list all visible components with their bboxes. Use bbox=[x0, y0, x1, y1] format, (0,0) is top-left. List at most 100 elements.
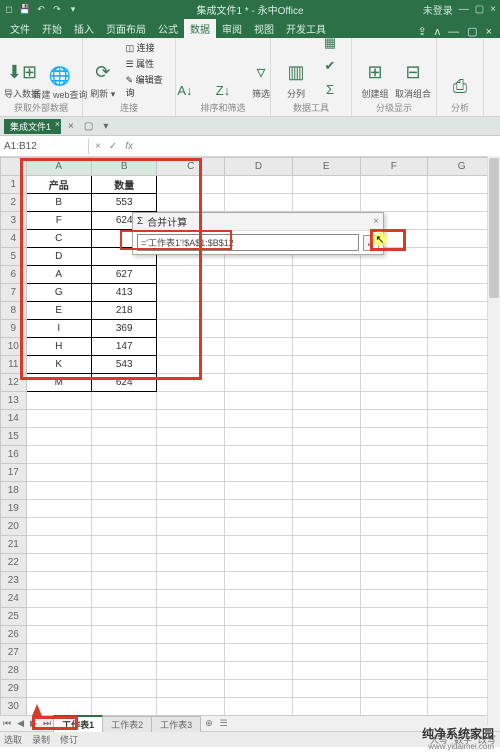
cell[interactable] bbox=[157, 374, 225, 392]
cell[interactable]: 413 bbox=[91, 284, 156, 302]
cell[interactable] bbox=[428, 644, 496, 662]
cell[interactable] bbox=[26, 518, 91, 536]
cell[interactable] bbox=[428, 410, 496, 428]
window-close-icon[interactable]: × bbox=[490, 4, 496, 15]
cell[interactable] bbox=[360, 302, 428, 320]
cell[interactable] bbox=[360, 446, 428, 464]
cell[interactable]: 553 bbox=[91, 194, 156, 212]
cell[interactable] bbox=[428, 356, 496, 374]
row-header[interactable]: 28 bbox=[1, 662, 27, 680]
status-trackchanges[interactable]: 修订 bbox=[60, 733, 78, 746]
cell[interactable]: 369 bbox=[91, 320, 156, 338]
cell[interactable] bbox=[91, 626, 156, 644]
document-tab[interactable]: 集成文件1 bbox=[4, 119, 61, 134]
cell[interactable] bbox=[157, 176, 225, 194]
cell[interactable] bbox=[225, 554, 293, 572]
cell[interactable]: A bbox=[26, 266, 91, 284]
subwin-close-icon[interactable]: × bbox=[482, 26, 496, 38]
cell[interactable] bbox=[292, 320, 360, 338]
worksheet-area[interactable]: ABCDEFG1产品数量2B5533F6244C5D6A6277G4138E21… bbox=[0, 157, 500, 715]
cell[interactable] bbox=[292, 392, 360, 410]
row-header[interactable]: 22 bbox=[1, 554, 27, 572]
cell[interactable]: 624 bbox=[91, 374, 156, 392]
fx-icon[interactable]: fx bbox=[125, 141, 133, 152]
cell[interactable] bbox=[292, 500, 360, 518]
dialog-close-icon[interactable]: × bbox=[373, 216, 379, 227]
cell[interactable] bbox=[428, 536, 496, 554]
cell[interactable] bbox=[292, 428, 360, 446]
window-minimize-icon[interactable]: — bbox=[459, 4, 469, 15]
cell[interactable] bbox=[428, 590, 496, 608]
row-header[interactable]: 6 bbox=[1, 266, 27, 284]
cell[interactable] bbox=[428, 428, 496, 446]
cell[interactable] bbox=[157, 662, 225, 680]
cell[interactable] bbox=[428, 392, 496, 410]
cell[interactable] bbox=[91, 698, 156, 716]
cell[interactable] bbox=[360, 482, 428, 500]
new-web-query-button[interactable]: 🌐 新建 web查询 bbox=[43, 62, 77, 100]
cell[interactable] bbox=[225, 482, 293, 500]
cell[interactable] bbox=[428, 212, 496, 230]
column-header-B[interactable]: B bbox=[91, 158, 156, 176]
cell[interactable] bbox=[26, 590, 91, 608]
cell[interactable] bbox=[91, 446, 156, 464]
cell[interactable] bbox=[26, 464, 91, 482]
doc-tab-add-icon[interactable]: ▢ bbox=[81, 121, 96, 132]
cell[interactable] bbox=[360, 662, 428, 680]
remove-duplicates-button[interactable]: ▦ bbox=[317, 38, 343, 54]
cell[interactable] bbox=[360, 410, 428, 428]
cell[interactable] bbox=[157, 428, 225, 446]
cell[interactable] bbox=[292, 284, 360, 302]
sheet-tab-add-icon[interactable]: ⊕ bbox=[201, 718, 217, 729]
row-header[interactable]: 27 bbox=[1, 644, 27, 662]
sheet-nav-first-icon[interactable]: ⏮ bbox=[0, 718, 14, 729]
column-header-E[interactable]: E bbox=[292, 158, 360, 176]
cell[interactable] bbox=[360, 554, 428, 572]
column-header-G[interactable]: G bbox=[428, 158, 496, 176]
cell[interactable] bbox=[360, 608, 428, 626]
analysis-button[interactable]: ⎙ bbox=[443, 72, 477, 100]
cell[interactable] bbox=[360, 176, 428, 194]
select-all-corner[interactable] bbox=[1, 158, 27, 176]
cell[interactable] bbox=[225, 464, 293, 482]
ribbon-share-icon[interactable]: ⇪ bbox=[413, 25, 430, 38]
cell[interactable] bbox=[91, 392, 156, 410]
cell[interactable] bbox=[225, 302, 293, 320]
cell[interactable]: E bbox=[26, 302, 91, 320]
cell[interactable] bbox=[292, 338, 360, 356]
cell[interactable] bbox=[91, 518, 156, 536]
row-header[interactable]: 17 bbox=[1, 464, 27, 482]
cell[interactable] bbox=[428, 176, 496, 194]
cell[interactable] bbox=[157, 518, 225, 536]
cell[interactable] bbox=[360, 572, 428, 590]
cell[interactable] bbox=[225, 176, 293, 194]
row-header[interactable]: 1 bbox=[1, 176, 27, 194]
cell[interactable] bbox=[428, 554, 496, 572]
row-header[interactable]: 25 bbox=[1, 608, 27, 626]
cell[interactable] bbox=[428, 284, 496, 302]
cell[interactable] bbox=[360, 644, 428, 662]
cell[interactable] bbox=[225, 680, 293, 698]
column-header-A[interactable]: A bbox=[26, 158, 91, 176]
cell[interactable] bbox=[292, 446, 360, 464]
cell[interactable]: K bbox=[26, 356, 91, 374]
row-header[interactable]: 15 bbox=[1, 428, 27, 446]
formula-input[interactable] bbox=[139, 144, 500, 148]
data-validation-button[interactable]: ✔ bbox=[317, 55, 343, 77]
cell[interactable] bbox=[360, 320, 428, 338]
cell[interactable] bbox=[360, 392, 428, 410]
cell[interactable] bbox=[157, 644, 225, 662]
sheet-nav-prev-icon[interactable]: ◀ bbox=[14, 718, 27, 729]
cell[interactable] bbox=[428, 374, 496, 392]
doc-tab-close-icon[interactable]: × bbox=[65, 121, 77, 132]
cell[interactable] bbox=[292, 356, 360, 374]
row-header[interactable]: 16 bbox=[1, 446, 27, 464]
cell[interactable] bbox=[360, 356, 428, 374]
row-header[interactable]: 11 bbox=[1, 356, 27, 374]
row-header[interactable]: 26 bbox=[1, 626, 27, 644]
consolidate-refedit-dialog[interactable]: Σ 合并计算 × ='工作表1'!$A$1:$B$12 ⤢ bbox=[132, 212, 384, 255]
login-status[interactable]: 未登录 bbox=[423, 2, 453, 17]
cell[interactable] bbox=[91, 680, 156, 698]
cell[interactable]: I bbox=[26, 320, 91, 338]
row-header[interactable]: 3 bbox=[1, 212, 27, 230]
